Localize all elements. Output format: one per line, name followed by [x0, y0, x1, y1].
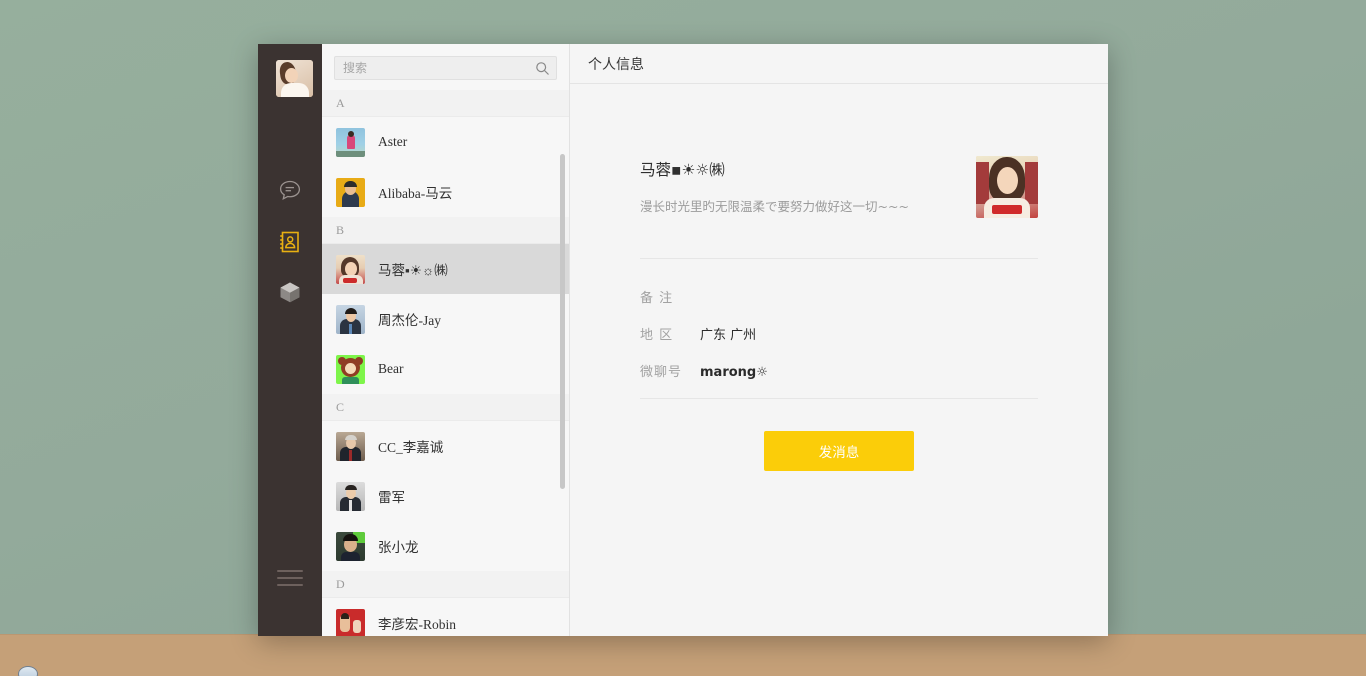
contact-list-item[interactable]: 周杰伦-Jay: [322, 294, 569, 344]
contact-avatar: [336, 354, 365, 384]
profile-field-value: marong☼: [700, 365, 768, 380]
action-area: 发消息: [640, 399, 1038, 471]
menu-line: [277, 577, 303, 579]
profile-field-value: 广东 广州: [700, 328, 757, 343]
contact-name: 雷军: [378, 490, 405, 505]
taskbar-app-icon[interactable]: [18, 666, 38, 676]
profile-avatar[interactable]: [976, 156, 1038, 218]
contact-avatar: [336, 177, 365, 207]
contact-name: 马蓉▪☀☼㈱: [378, 263, 448, 278]
nav-rail: [258, 44, 322, 636]
nav-item-contacts[interactable]: [277, 229, 303, 255]
detail-fields: 备 注地 区 广东 广州微聊号 marong☼: [640, 259, 1038, 380]
page-title: 个人信息: [588, 56, 644, 73]
contact-name: 张小龙: [378, 540, 419, 555]
nav-item-favorites[interactable]: [277, 279, 303, 305]
nav-menu-button[interactable]: [277, 570, 303, 588]
search-input[interactable]: [335, 57, 556, 79]
contact-list-item[interactable]: 张小龙: [322, 521, 569, 571]
contact-name: Aster: [378, 134, 408, 149]
nav-item-chat[interactable]: [277, 178, 303, 204]
contact-list-item[interactable]: CC_李嘉诚: [322, 421, 569, 471]
send-message-button[interactable]: 发消息: [764, 431, 914, 471]
profile-field-row[interactable]: 地 区 广东 广州: [640, 324, 1038, 343]
profile-name: 马蓉▪☀☼㈱: [640, 161, 725, 179]
contact-name: Bear: [378, 361, 404, 376]
contact-name: Alibaba-马云: [378, 186, 453, 201]
profile-header: 个人信息: [570, 44, 1108, 84]
menu-line: [277, 570, 303, 572]
contact-scroll-area[interactable]: A Aster Alibaba-马云 B 马蓉▪☀☼㈱ 周杰伦-Jay Bear C CC_李嘉…: [322, 90, 569, 636]
box-icon: [280, 282, 300, 303]
profile-panel: 个人信息 马蓉▪☀☼㈱ 漫长时光里旳无限温柔で要努力做好这一切~~~ 备 注 地…: [570, 44, 1108, 636]
search-area: [322, 44, 569, 90]
contact-avatar: [336, 481, 365, 511]
contact-avatar: [336, 304, 365, 334]
contact-group-header: D: [322, 571, 569, 598]
profile-field-label: 备 注: [640, 291, 674, 306]
contact-list-scrollbar[interactable]: [560, 154, 565, 489]
contact-name: 李彦宏-Robin: [378, 617, 457, 632]
contact-avatar: [336, 254, 365, 284]
contact-name: CC_李嘉诚: [378, 440, 444, 455]
address-book-icon: [280, 231, 299, 253]
wechat-window: AAsterAlibaba-马云B马蓉▪☀☼㈱周杰伦-JayBearCCC_李嘉…: [258, 44, 1108, 636]
taskbar: [0, 634, 1366, 676]
contact-group-header: B: [322, 217, 569, 244]
contact-list-item[interactable]: Aster: [322, 117, 569, 167]
profile-field-row[interactable]: 备 注: [640, 287, 1038, 306]
identity-block: 马蓉▪☀☼㈱ 漫长时光里旳无限温柔で要努力做好这一切~~~: [640, 156, 1038, 259]
contact-list-item[interactable]: Bear: [322, 344, 569, 394]
contact-list-item[interactable]: 马蓉▪☀☼㈱: [322, 244, 569, 294]
contact-list-column: A Aster Alibaba-马云 B 马蓉▪☀☼㈱周杰伦-Jay Bear C CC_李嘉…: [322, 44, 570, 636]
contact-list-item[interactable]: 李彦宏-Robin: [322, 598, 569, 636]
profile-field-row[interactable]: 微聊号 marong☼: [640, 361, 1038, 380]
chat-bubble-icon: [279, 180, 301, 201]
search-box[interactable]: [334, 56, 557, 80]
contact-group-header: A: [322, 90, 569, 117]
contact-avatar: [336, 608, 365, 636]
desktop-background: AAsterAlibaba-马云B马蓉▪☀☼㈱周杰伦-JayBearCCC_李嘉…: [0, 0, 1366, 676]
contact-list-item[interactable]: Alibaba-马云: [322, 167, 569, 217]
self-avatar[interactable]: [276, 60, 313, 97]
contact-avatar: [336, 531, 365, 561]
profile-body: 马蓉▪☀☼㈱ 漫长时光里旳无限温柔で要努力做好这一切~~~ 备 注地 区 广东 广…: [570, 84, 1108, 636]
profile-field-label: 地 区: [640, 328, 674, 343]
profile-signature: 漫长时光里旳无限温柔で要努力做好这一切~~~: [640, 199, 909, 214]
contact-avatar: [336, 431, 365, 461]
contact-group-header: C: [322, 394, 569, 421]
identity-text: 马蓉▪☀☼㈱ 漫长时光里旳无限温柔で要努力做好这一切~~~: [640, 156, 909, 215]
contact-list-item[interactable]: 雷军: [322, 471, 569, 521]
contact-name: 周杰伦-Jay: [378, 313, 441, 328]
contact-avatar: [336, 127, 365, 157]
menu-line: [277, 584, 303, 586]
profile-field-label: 微聊号: [640, 365, 683, 380]
